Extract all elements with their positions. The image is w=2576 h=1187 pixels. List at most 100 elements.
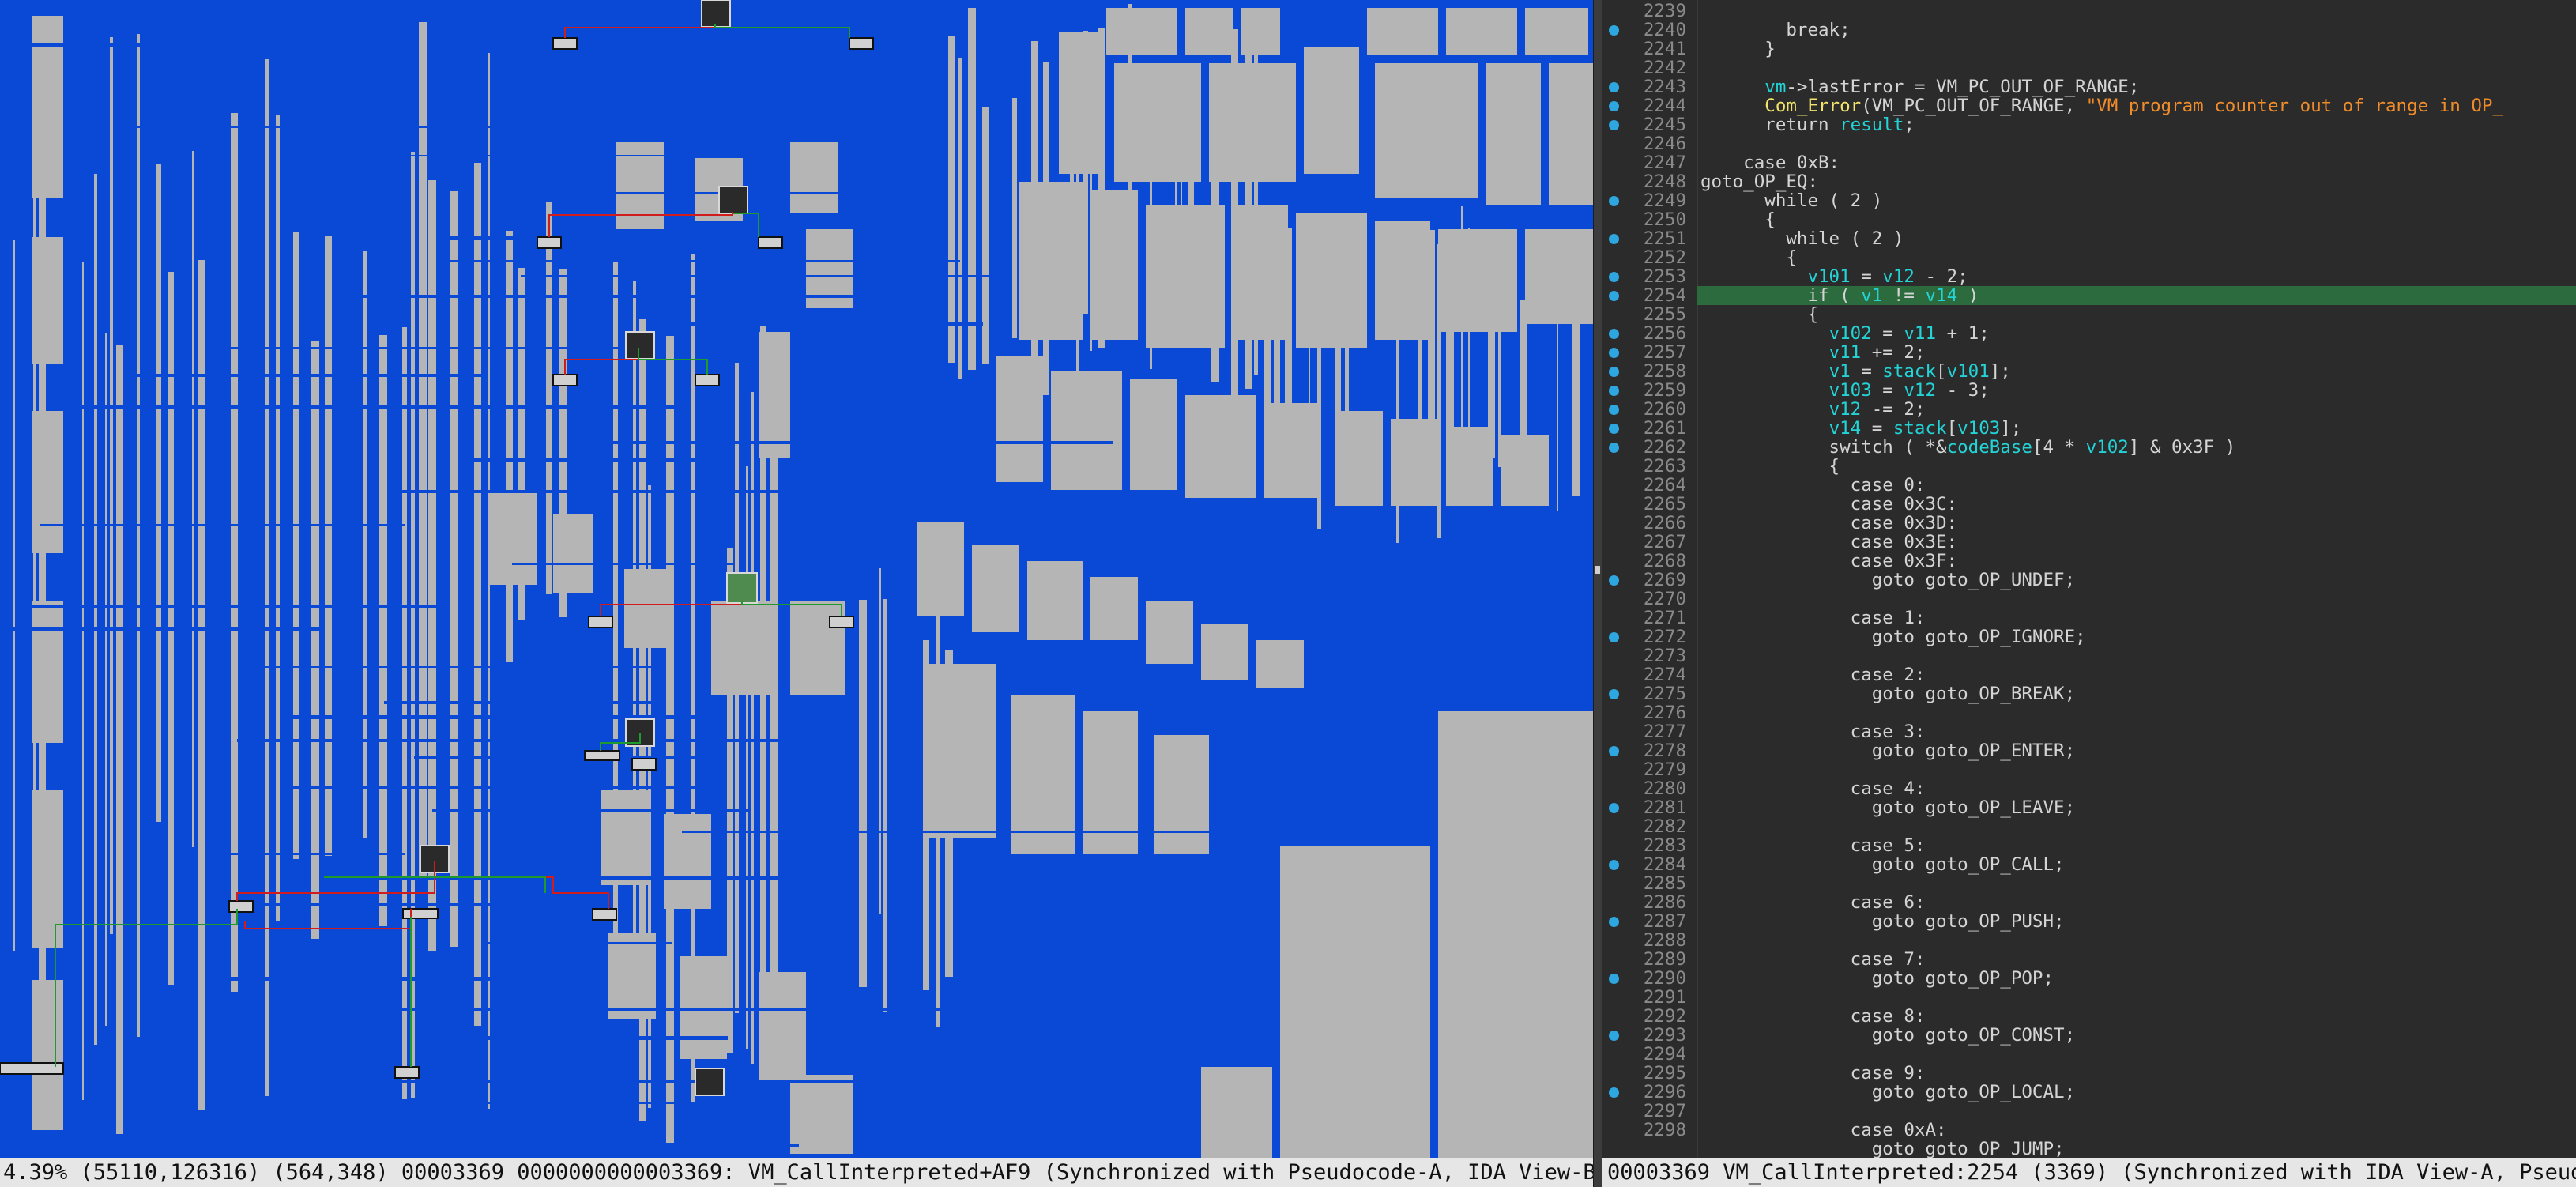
breakpoint-dot-icon[interactable] (1609, 196, 1619, 206)
code-text[interactable]: { (1697, 210, 2576, 229)
breakpoint-dot-icon[interactable] (1609, 1031, 1619, 1041)
code-line[interactable]: 2269 goto goto_OP_UNDEF; (1602, 571, 2576, 590)
code-text[interactable]: goto goto_OP_BREAK; (1697, 684, 2576, 703)
breakpoint-dot-icon[interactable] (1609, 329, 1619, 339)
code-text[interactable]: case 3: (1697, 722, 2576, 741)
code-text[interactable]: case 0x3C: (1697, 495, 2576, 514)
breakpoint-dot-icon[interactable] (1609, 348, 1619, 358)
code-text[interactable]: goto goto_OP_CONST; (1697, 1026, 2576, 1045)
code-line[interactable]: 2257 v11 += 2; (1602, 343, 2576, 362)
code-text[interactable]: case 0x3D: (1697, 514, 2576, 533)
code-line[interactable]: 2245 return result; (1602, 115, 2576, 134)
code-line[interactable]: 2295 case 9: (1602, 1064, 2576, 1083)
code-text[interactable]: case 2: (1697, 665, 2576, 684)
code-text[interactable]: goto goto_OP_POP; (1697, 969, 2576, 988)
code-text[interactable]: v14 = stack[v103]; (1697, 419, 2576, 438)
code-line[interactable]: 2239 (1602, 2, 2576, 21)
code-text[interactable]: { (1697, 305, 2576, 324)
code-line[interactable]: 2296 goto goto_OP_LOCAL; (1602, 1083, 2576, 1102)
code-line[interactable]: 2282 (1602, 817, 2576, 836)
code-line[interactable]: 2253 v101 = v12 - 2; (1602, 267, 2576, 286)
code-line[interactable]: 2263 { (1602, 457, 2576, 476)
code-text[interactable]: goto goto_OP_LOCAL; (1697, 1083, 2576, 1102)
code-text[interactable]: v101 = v12 - 2; (1697, 267, 2576, 286)
code-line[interactable]: 2266 case 0x3D: (1602, 514, 2576, 533)
code-line[interactable]: 2276 (1602, 703, 2576, 722)
code-text[interactable]: case 0xB: (1697, 153, 2576, 172)
breakpoint-dot-icon[interactable] (1609, 803, 1619, 813)
code-line[interactable]: 2286 case 6: (1602, 893, 2576, 912)
code-text[interactable]: case 9: (1697, 1064, 2576, 1083)
code-text[interactable]: v1 = stack[v101]; (1697, 362, 2576, 381)
code-line[interactable]: 2292 case 8: (1602, 1007, 2576, 1026)
code-line[interactable]: 2240 break; (1602, 21, 2576, 40)
code-line[interactable]: 2258 v1 = stack[v101]; (1602, 362, 2576, 381)
code-line[interactable]: 2274 case 2: (1602, 665, 2576, 684)
code-line[interactable]: goto goto_OP_JUMP; (1602, 1140, 2576, 1158)
code-text[interactable]: case 7: (1697, 950, 2576, 969)
breakpoint-dot-icon[interactable] (1609, 291, 1619, 301)
breakpoint-dot-icon[interactable] (1609, 632, 1619, 642)
code-line[interactable]: 2250 { (1602, 210, 2576, 229)
code-line[interactable]: 2297 (1602, 1102, 2576, 1121)
code-line[interactable]: 2260 v12 -= 2; (1602, 400, 2576, 419)
code-text[interactable]: goto goto_OP_PUSH; (1697, 912, 2576, 931)
code-line[interactable]: 2277 case 3: (1602, 722, 2576, 741)
code-text[interactable]: while ( 2 ) (1697, 229, 2576, 248)
code-line[interactable]: 2265 case 0x3C: (1602, 495, 2576, 514)
code-text[interactable]: case 6: (1697, 893, 2576, 912)
code-line[interactable]: 2249 while ( 2 ) (1602, 191, 2576, 210)
code-text[interactable]: goto_OP_EQ: (1697, 172, 2576, 191)
graph-view[interactable] (0, 0, 1593, 1158)
breakpoint-dot-icon[interactable] (1609, 82, 1619, 92)
breakpoint-dot-icon[interactable] (1609, 234, 1619, 244)
breakpoint-dot-icon[interactable] (1609, 746, 1619, 756)
code-line[interactable]: 2288 (1602, 931, 2576, 950)
code-line[interactable]: 2281 goto goto_OP_LEAVE; (1602, 798, 2576, 817)
code-line[interactable]: 2248 goto_OP_EQ: (1602, 172, 2576, 191)
code-text[interactable]: case 4: (1697, 779, 2576, 798)
code-text[interactable]: return result; (1697, 115, 2576, 134)
breakpoint-dot-icon[interactable] (1609, 917, 1619, 927)
code-text[interactable]: goto goto_OP_JUMP; (1697, 1140, 2576, 1158)
code-line[interactable]: 2264 case 0: (1602, 476, 2576, 495)
code-line[interactable]: 2294 (1602, 1045, 2576, 1064)
breakpoint-dot-icon[interactable] (1609, 974, 1619, 984)
code-line[interactable]: 2287 goto goto_OP_PUSH; (1602, 912, 2576, 931)
code-line[interactable]: 2244 Com_Error(VM_PC_OUT_OF_RANGE, "VM p… (1602, 96, 2576, 115)
breakpoint-dot-icon[interactable] (1609, 367, 1619, 377)
code-line[interactable]: 2289 case 7: (1602, 950, 2576, 969)
code-line[interactable]: 2285 (1602, 874, 2576, 893)
code-line[interactable]: 2242 (1602, 58, 2576, 77)
code-line[interactable]: 2283 case 5: (1602, 836, 2576, 855)
code-line[interactable]: 2272 goto goto_OP_IGNORE; (1602, 627, 2576, 646)
code-text[interactable]: goto goto_OP_CALL; (1697, 855, 2576, 874)
code-text[interactable]: { (1697, 248, 2576, 267)
code-text[interactable]: break; (1697, 21, 2576, 40)
code-line[interactable]: 2247 case 0xB: (1602, 153, 2576, 172)
code-line[interactable]: 2262 switch ( *&codeBase[4 * v102] & 0x3… (1602, 438, 2576, 457)
code-line[interactable]: 2298 case 0xA: (1602, 1121, 2576, 1140)
code-text[interactable]: v12 -= 2; (1697, 400, 2576, 419)
breakpoint-dot-icon[interactable] (1609, 424, 1619, 434)
breakpoint-dot-icon[interactable] (1609, 689, 1619, 699)
code-text[interactable]: if ( v1 != v14 ) (1697, 286, 2576, 305)
code-line[interactable]: 2261 v14 = stack[v103]; (1602, 419, 2576, 438)
code-text[interactable]: { (1697, 457, 2576, 476)
pseudocode-view[interactable]: 2239 2240 break; 2241 } 2242 2243 vm->lastEr… (1602, 0, 2576, 1158)
code-line[interactable]: 2267 case 0x3E: (1602, 533, 2576, 552)
code-text[interactable]: v11 += 2; (1697, 343, 2576, 362)
splitter-grip-icon[interactable] (1595, 566, 1600, 574)
code-line[interactable]: 2278 goto goto_OP_ENTER; (1602, 741, 2576, 760)
breakpoint-dot-icon[interactable] (1609, 101, 1619, 111)
code-text[interactable]: goto goto_OP_UNDEF; (1697, 571, 2576, 590)
code-line[interactable]: 2290 goto goto_OP_POP; (1602, 969, 2576, 988)
code-line[interactable]: 2246 (1602, 134, 2576, 153)
breakpoint-dot-icon[interactable] (1609, 25, 1619, 36)
pane-splitter[interactable] (1593, 0, 1602, 1187)
graph-canvas[interactable] (0, 0, 1593, 1158)
code-line[interactable]: 2255 { (1602, 305, 2576, 324)
breakpoint-dot-icon[interactable] (1609, 386, 1619, 396)
code-line[interactable]: 2268 case 0x3F: (1602, 552, 2576, 571)
breakpoint-dot-icon[interactable] (1609, 575, 1619, 586)
